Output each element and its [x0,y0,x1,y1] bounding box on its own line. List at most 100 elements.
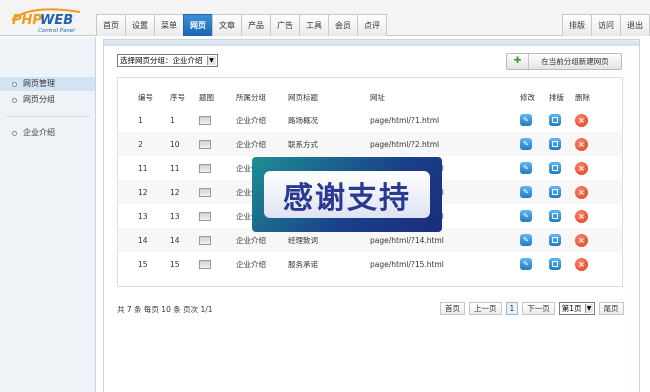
sidebar-item-company-intro[interactable]: 企业介绍 [12,126,55,140]
nav-item-pages[interactable]: 网页 [183,14,212,36]
image-placeholder-icon [199,259,211,269]
thanks-banner-text: 感谢支持 [283,180,411,216]
col-header-title: 网页标题 [288,92,318,102]
image-placeholder-icon [199,163,211,173]
new-page-button[interactable]: ✚ 在当前分组新建网页 [506,53,622,70]
first-page-button[interactable]: 首页 [440,302,465,315]
cell-id: 11 [138,156,170,180]
add-page-icon: ✚ [507,54,529,69]
sidebar-item-page-groups[interactable]: 网页分组 [12,93,55,107]
table-row: 15 15 企业介绍 服务承诺 page/html/?15.html ✎ × [118,252,622,276]
delete-icon[interactable]: × [575,137,588,151]
svg-text:Control Panel: Control Panel [38,28,75,34]
next-page-button[interactable]: 下一页 [522,302,555,315]
svg-text:PHP: PHP [12,13,42,28]
thanks-banner-inner: 感谢支持 [264,171,430,218]
delete-icon[interactable]: × [575,233,588,247]
cell-seq: 15 [170,252,199,276]
nav-item-ads[interactable]: 广告 [270,14,299,36]
last-page-button[interactable]: 尾页 [598,302,624,315]
sidebar-divider [6,116,90,117]
sidebar-item-label: 企业介绍 [23,128,55,137]
nav-item-logout[interactable]: 退出 [620,14,650,36]
cell-group: 企业介绍 [236,132,288,156]
image-placeholder-icon [199,211,211,221]
delete-icon[interactable]: × [575,185,588,199]
image-placeholder-icon [199,187,211,197]
cell-seq: 12 [170,180,199,204]
page-group-select[interactable]: 选择网页分组：企业介绍 ▼ [117,54,218,67]
sidebar: 网页管理 网页分组 企业介绍 [0,37,96,392]
bullet-icon [12,97,17,103]
thanks-banner: 感谢支持 [252,157,442,232]
nav-item-articles[interactable]: 文章 [212,14,241,36]
page-group-select-value: 选择网页分组：企业介绍 [120,56,203,65]
edit-icon[interactable]: ✎ [520,138,532,150]
nav-item-reviews[interactable]: 点评 [357,14,387,36]
svg-text:WEB: WEB [40,13,73,28]
top-bar: PHP WEB Control Panel 首页 设置 菜单 网页 文章 产品 … [0,0,650,36]
page-select[interactable]: 第1页 ▼ [558,302,595,315]
nav-item-home[interactable]: 首页 [96,14,125,36]
image-placeholder-icon [199,115,211,125]
main-nav: 首页 设置 菜单 网页 文章 产品 广告 工具 会员 点评 [96,14,387,36]
sidebar-item-page-management[interactable]: 网页管理 [12,77,55,91]
col-header-delete: 删除 [575,92,590,102]
delete-icon[interactable]: × [575,209,588,223]
cell-id: 15 [138,252,170,276]
edit-icon[interactable]: ✎ [520,162,532,174]
cell-title[interactable]: 联系方式 [288,132,370,156]
chevron-down-icon: ▼ [584,304,593,313]
cell-title[interactable]: 路场概况 [288,108,370,132]
nav-item-menu[interactable]: 菜单 [154,14,183,36]
page-select-value: 第1页 [561,304,582,313]
phpweb-logo[interactable]: PHP WEB Control Panel [10,6,90,34]
col-header-layout: 排版 [549,92,564,102]
layout-icon[interactable] [549,210,561,222]
edit-icon[interactable]: ✎ [520,258,532,270]
edit-icon[interactable]: ✎ [520,114,532,126]
prev-page-button[interactable]: 上一页 [469,302,502,315]
edit-icon[interactable]: ✎ [520,234,532,246]
new-page-button-label: 在当前分组新建网页 [541,57,609,66]
cell-group: 企业介绍 [236,108,288,132]
layout-icon[interactable] [549,162,561,174]
edit-icon[interactable]: ✎ [520,210,532,222]
layout-icon[interactable] [549,258,561,270]
delete-icon[interactable]: × [575,161,588,175]
pagination: 首页 上一页 1 下一页 第1页 ▼ 尾页 [440,302,624,315]
nav-item-tools[interactable]: 工具 [299,14,328,36]
cell-url[interactable]: page/html/?1.html [370,108,520,132]
table-header-row: 编号 序号 题图 所属分组 网页标题 网址 修改 排版 删除 [118,86,622,108]
layout-icon[interactable] [549,114,561,126]
table-row: 2 10 企业介绍 联系方式 page/html/?2.html ✎ × [118,132,622,156]
nav-item-settings[interactable]: 设置 [125,14,154,36]
col-header-edit: 修改 [520,92,535,102]
image-placeholder-icon [199,139,211,149]
col-header-url: 网址 [370,92,385,102]
cell-id: 14 [138,228,170,252]
col-header-group: 所属分组 [236,92,266,102]
layout-icon[interactable] [549,234,561,246]
current-page[interactable]: 1 [505,302,519,315]
cell-seq: 11 [170,156,199,180]
delete-icon[interactable]: × [575,113,588,127]
nav-right: 排版 访问 退出 [562,14,650,36]
cell-url[interactable]: page/html/?2.html [370,132,520,156]
cell-url[interactable]: page/html/?15.html [370,252,520,276]
layout-icon[interactable] [549,186,561,198]
delete-icon[interactable]: × [575,257,588,271]
nav-item-members[interactable]: 会员 [328,14,357,36]
col-header-image: 题图 [199,92,214,102]
sidebar-item-label: 网页管理 [23,79,55,88]
cell-title[interactable]: 服务承诺 [288,252,370,276]
nav-item-layout[interactable]: 排版 [562,14,591,36]
nav-item-products[interactable]: 产品 [241,14,270,36]
cell-seq: 14 [170,228,199,252]
cell-id: 12 [138,180,170,204]
edit-icon[interactable]: ✎ [520,186,532,198]
cell-id: 2 [138,132,170,156]
nav-item-visit[interactable]: 访问 [591,14,620,36]
layout-icon[interactable] [549,138,561,150]
table-row: 1 1 企业介绍 路场概况 page/html/?1.html ✎ × [118,108,622,132]
